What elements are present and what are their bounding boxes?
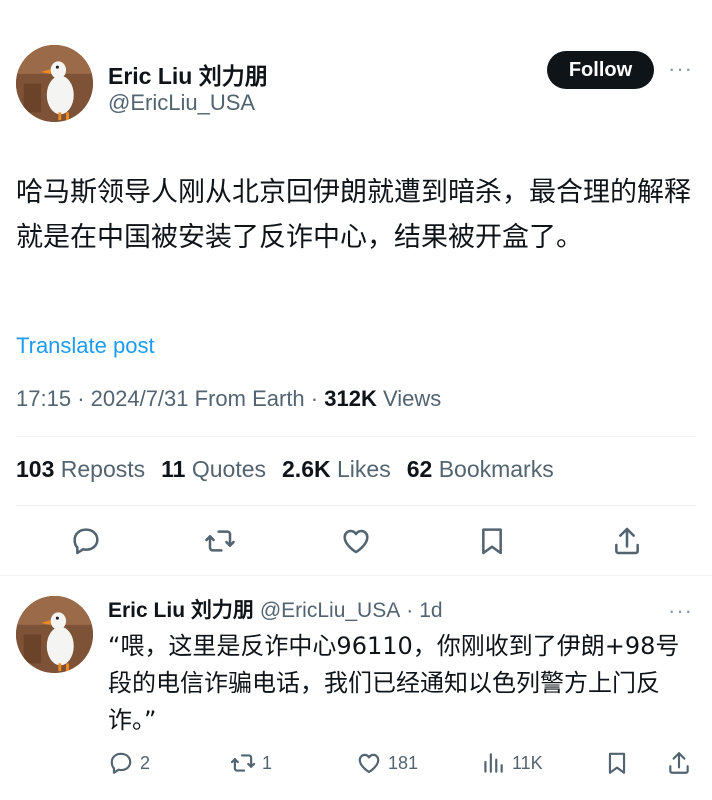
share-icon[interactable] xyxy=(611,525,643,557)
divider xyxy=(0,575,712,576)
reply-count: 2 xyxy=(140,752,151,773)
likes-stat[interactable]: 2.6K Likes xyxy=(282,456,391,483)
more-options-icon[interactable]: ··· xyxy=(668,598,693,624)
views-count-button[interactable]: 11K xyxy=(480,750,543,776)
reply-count-button[interactable]: 2 xyxy=(108,750,150,776)
author-name[interactable]: Eric Liu 刘力朋 xyxy=(108,57,268,91)
reply-author-handle[interactable]: @EricLiu_USA xyxy=(260,599,400,623)
post-text: 哈马斯领导人刚从北京回伊朗就遭到暗杀，最合理的解释就是在中国被安装了反诈中心，结… xyxy=(16,177,691,253)
repost-icon xyxy=(230,754,256,772)
views-count: 11K xyxy=(512,752,543,773)
like-icon[interactable] xyxy=(340,525,372,557)
reply-text: “喂，这里是反诈中心96110，你刚收到了伊朗+98号段的电信诈骗电话，我们已经… xyxy=(108,632,680,734)
reply-age[interactable]: 1d xyxy=(419,599,442,623)
author-avatar[interactable] xyxy=(16,45,93,122)
follow-button[interactable]: Follow xyxy=(547,51,654,89)
reply-icon[interactable] xyxy=(70,525,102,557)
reply-header: Eric Liu 刘力朋 @EricLiu_USA · 1d xyxy=(108,594,443,624)
translate-post-link[interactable]: Translate post xyxy=(16,333,155,359)
goose-avatar-icon xyxy=(16,596,93,673)
quotes-stat[interactable]: 11 Quotes xyxy=(161,456,266,483)
divider xyxy=(16,436,696,437)
divider xyxy=(16,505,696,506)
meta-separator: · xyxy=(310,386,325,411)
post-source: From Earth xyxy=(194,386,305,411)
like-icon xyxy=(358,753,380,774)
bookmarks-stat[interactable]: 62 Bookmarks xyxy=(407,456,554,483)
post-date[interactable]: 2024/7/31 xyxy=(91,386,189,411)
reply-author-avatar[interactable] xyxy=(16,596,93,673)
share-icon[interactable] xyxy=(666,750,692,776)
repost-count: 1 xyxy=(262,752,273,773)
goose-avatar-icon xyxy=(16,45,93,122)
reply-author-name[interactable]: Eric Liu 刘力朋 xyxy=(108,594,254,624)
views-count: 312K xyxy=(324,386,377,411)
repost-count-button[interactable]: 1 xyxy=(230,750,272,776)
reply-icon xyxy=(110,752,132,774)
like-count-button[interactable]: 181 xyxy=(356,750,418,776)
meta-separator: · xyxy=(406,599,414,622)
engagement-stats: 103 Reposts 11 Quotes 2.6K Likes 62 Book… xyxy=(16,456,554,483)
post-action-bar xyxy=(0,523,712,563)
author-handle[interactable]: @EricLiu_USA xyxy=(108,90,255,116)
views-label: Views xyxy=(382,386,442,411)
more-options-icon[interactable]: ··· xyxy=(668,56,693,82)
post-meta: 17:15 · 2024/7/31 From Earth · 312K View… xyxy=(16,386,441,412)
repost-icon[interactable] xyxy=(204,525,236,557)
meta-separator: · xyxy=(77,386,91,411)
reposts-stat[interactable]: 103 Reposts xyxy=(16,456,145,483)
bookmark-icon[interactable] xyxy=(604,750,630,776)
reply-action-bar: 2 1 181 11K xyxy=(0,750,712,780)
post-time: 17:15 xyxy=(16,386,72,411)
like-count: 181 xyxy=(388,752,419,773)
views-icon xyxy=(484,753,503,773)
bookmark-icon[interactable] xyxy=(476,525,508,557)
